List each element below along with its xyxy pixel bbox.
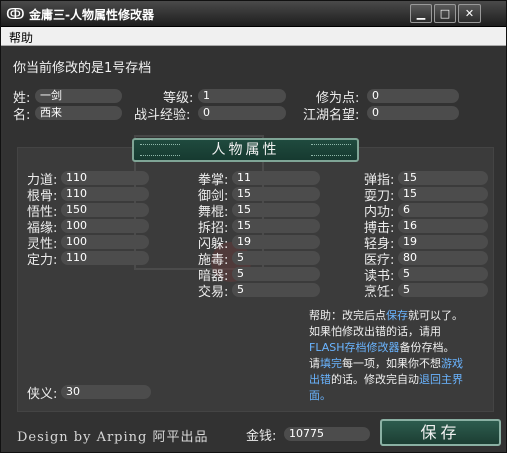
- attr-field[interactable]: 15: [232, 187, 320, 201]
- attr-field[interactable]: 5: [232, 283, 320, 297]
- banner-ornament-left: [140, 144, 180, 156]
- cultivation-field[interactable]: 0: [367, 89, 459, 103]
- attr-field[interactable]: 150: [61, 203, 149, 217]
- menu-item-help[interactable]: 帮助: [9, 29, 33, 46]
- app-icon: ↂ: [6, 5, 25, 23]
- attr-field[interactable]: 5: [398, 267, 488, 281]
- combat-exp-label: 战斗经验:: [134, 108, 191, 123]
- window-title: 金庸三-人物属性修改器: [29, 8, 154, 22]
- attr-field[interactable]: 110: [61, 251, 149, 265]
- save-button[interactable]: 保存: [380, 419, 501, 446]
- attr-field[interactable]: 15: [232, 219, 320, 233]
- help-line: 出错的话。修改完自动退回主界: [309, 373, 463, 386]
- attr-field[interactable]: 5: [232, 251, 320, 265]
- gold-field[interactable]: 10775: [284, 427, 370, 441]
- attr-field[interactable]: 6: [398, 203, 488, 217]
- attr-label: 交易:: [198, 285, 229, 300]
- attr-field[interactable]: 15: [398, 187, 488, 201]
- menu-bar: 帮助: [1, 27, 506, 46]
- help-line: 如果怕修改出错的话，请用: [309, 325, 441, 338]
- level-field[interactable]: 1: [198, 89, 286, 103]
- gold-label: 金钱:: [246, 429, 277, 444]
- help-line: 面。: [309, 389, 331, 402]
- chivalry-label: 侠义:: [27, 387, 58, 402]
- main-area: 你当前修改的是1号存档 姓: 一剑 名: 西来 等级: 1 战斗经验: 0 修为…: [3, 47, 504, 452]
- attr-field[interactable]: 5: [232, 267, 320, 281]
- attr-field[interactable]: 100: [61, 219, 149, 233]
- close-button[interactable]: ✕: [458, 4, 481, 23]
- combat-exp-field[interactable]: 0: [198, 106, 286, 120]
- minimize-button[interactable]: ▁: [410, 4, 432, 23]
- attr-field[interactable]: 5: [398, 283, 488, 297]
- surname-field[interactable]: 一剑: [35, 89, 122, 103]
- attr-field[interactable]: 110: [61, 171, 149, 185]
- attr-label: 定力:: [27, 253, 58, 268]
- given-name-field[interactable]: 西来: [35, 106, 122, 120]
- panel-title-banner: 人物属性: [132, 138, 359, 162]
- maximize-button[interactable]: □: [434, 4, 456, 23]
- attr-label: 烹饪:: [364, 285, 395, 300]
- attr-field[interactable]: 19: [232, 235, 320, 249]
- attr-field[interactable]: 16: [398, 219, 488, 233]
- attr-field[interactable]: 19: [398, 235, 488, 249]
- attr-field[interactable]: 15: [398, 171, 488, 185]
- title-bar[interactable]: ↂ 金庸三-人物属性修改器 ▁ □ ✕: [1, 1, 506, 27]
- help-line: 请填完每一项，如果你不想游戏: [309, 357, 463, 370]
- fame-field[interactable]: 0: [367, 106, 459, 120]
- fame-label: 江湖名望:: [303, 108, 360, 123]
- banner-ornament-right: [311, 144, 351, 156]
- credit-text: Design by Arping 阿平出品: [17, 430, 209, 445]
- help-line: FLASH存档修改器备份存档。: [309, 341, 455, 354]
- given-name-label: 名:: [13, 108, 31, 123]
- attr-field[interactable]: 11: [232, 171, 320, 185]
- attr-field[interactable]: 15: [232, 203, 320, 217]
- current-save-label: 你当前修改的是1号存档: [13, 61, 152, 76]
- attr-field[interactable]: 100: [61, 235, 149, 249]
- attr-field[interactable]: 110: [61, 187, 149, 201]
- panel-title: 人物属性: [211, 142, 280, 158]
- help-line: 帮助：改完后点保存就可以了。: [309, 309, 463, 322]
- attr-field[interactable]: 80: [398, 251, 488, 265]
- chivalry-field[interactable]: 30: [61, 385, 151, 399]
- app-window: ↂ 金庸三-人物属性修改器 ▁ □ ✕ 帮助 你当前修改的是1号存档 姓: 一剑…: [0, 0, 507, 453]
